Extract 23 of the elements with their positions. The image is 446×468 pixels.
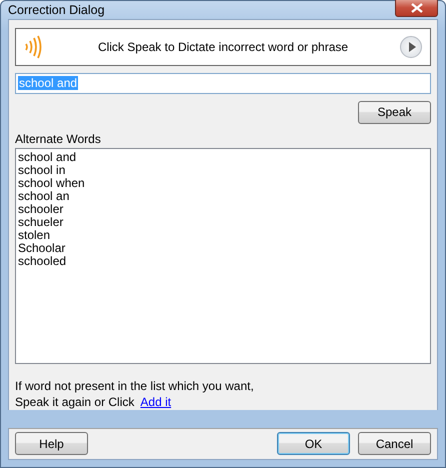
list-item[interactable]: schooler [18,202,428,216]
hint-text: If word not present in the list which you want, Speak it again or Click Add it [15,378,255,410]
close-icon [410,2,422,13]
list-item[interactable]: Schoolar [18,242,428,255]
list-label: Alternate Words [15,132,102,146]
speak-button[interactable]: Speak [358,100,431,124]
list-item[interactable]: schueler [18,216,428,229]
window-title: Correction Dialog [8,2,105,17]
close-button[interactable] [395,0,438,18]
list-item[interactable]: school in [18,164,428,177]
dialog-button[interactable]: Cancel [358,432,431,456]
play-icon [407,42,417,52]
dialog-button[interactable]: Help [15,432,88,456]
dialog-button[interactable]: OK [277,432,350,456]
field-value: school and [18,76,78,90]
list-item[interactable]: schooled [18,254,428,268]
list-item[interactable]: school and [18,150,428,164]
list-item[interactable]: stolen [18,228,428,242]
banner-text: Click Speak to Dictate incorrect word or phrase [96,40,350,54]
add-it-link[interactable]: Add it [140,394,172,409]
list-item[interactable]: school when [18,176,428,190]
list-item[interactable]: school an [18,190,428,203]
play-button[interactable] [400,36,422,58]
